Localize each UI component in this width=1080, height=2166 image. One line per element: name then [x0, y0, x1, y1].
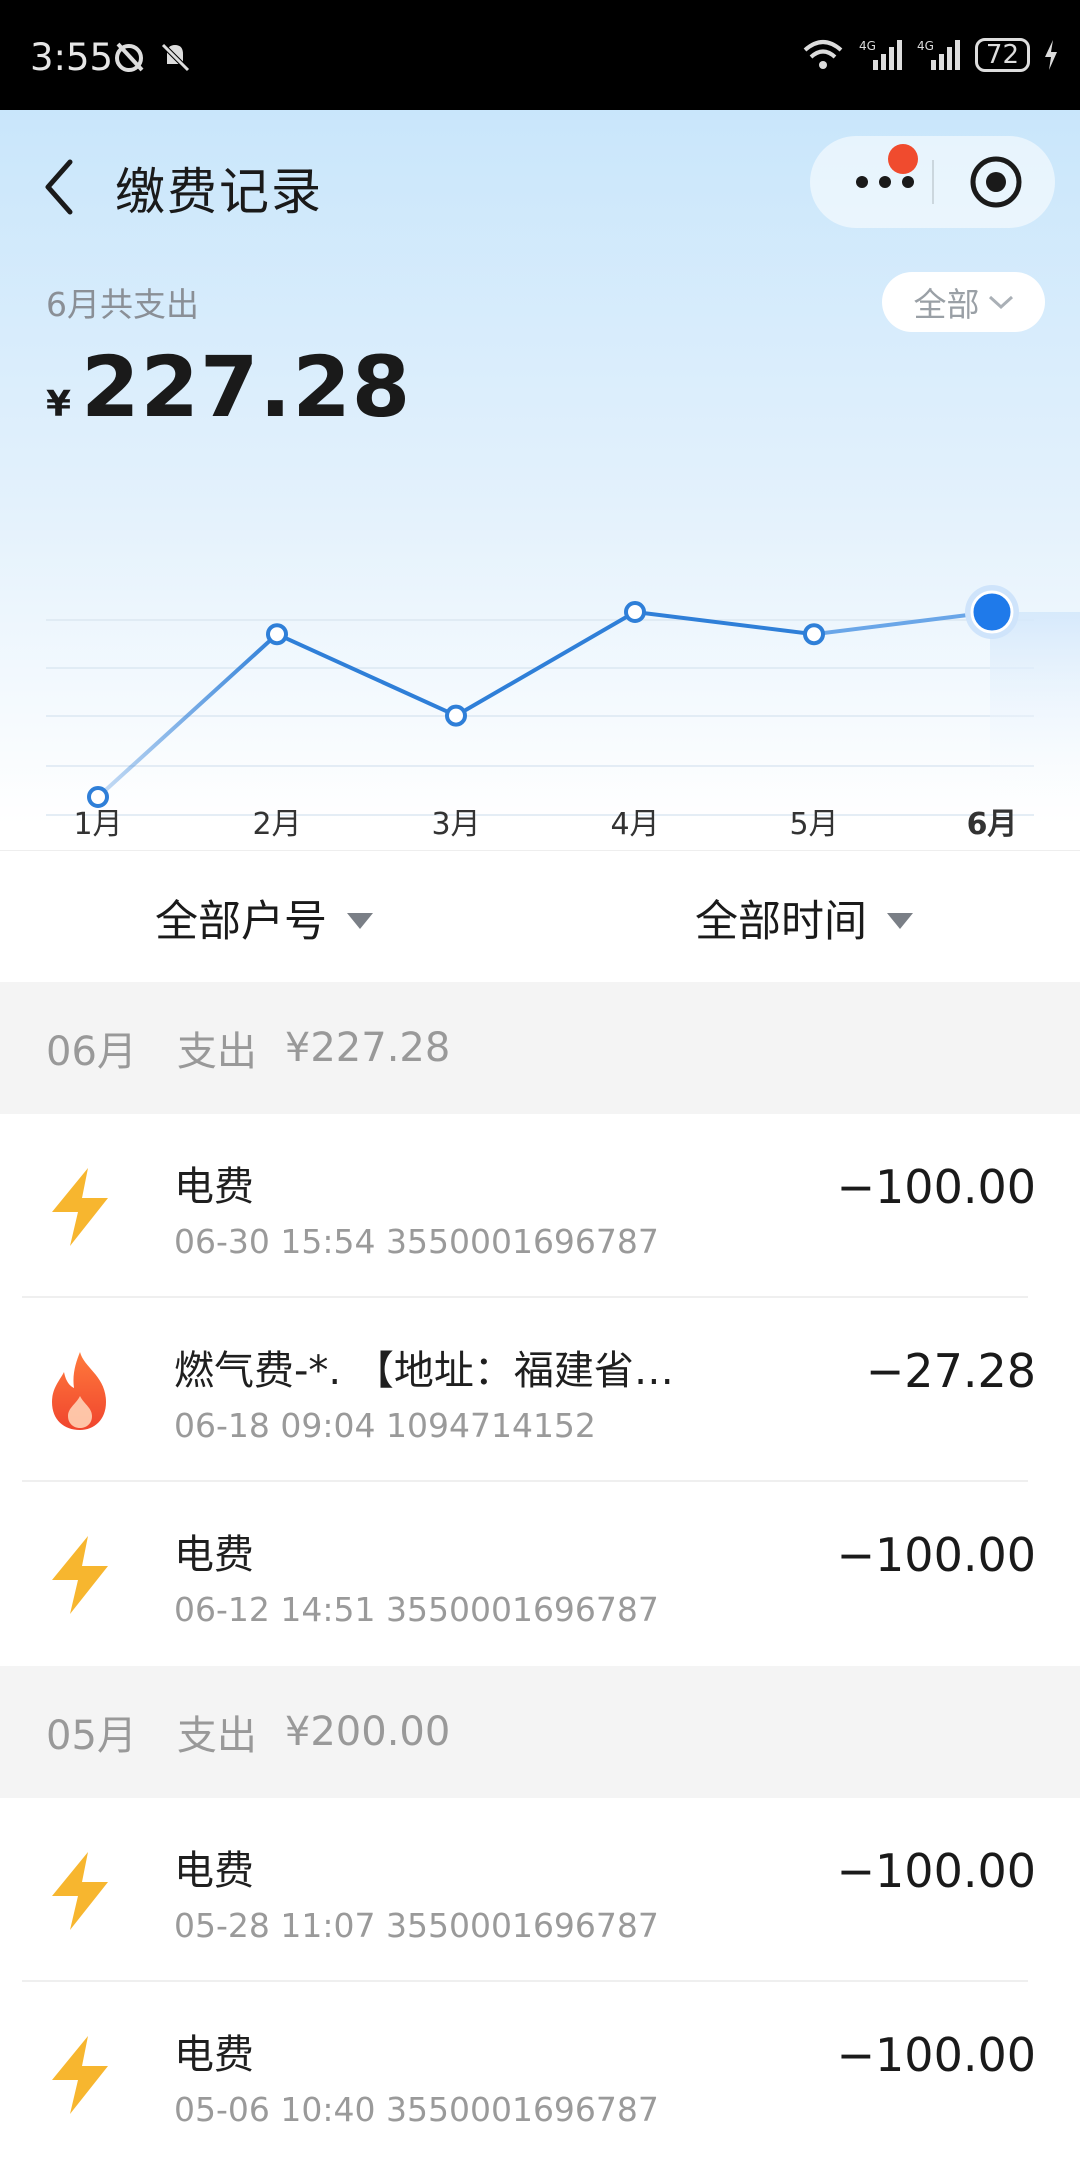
month-total: ¥200.00: [284, 1709, 451, 1755]
item-amount: −100.00: [836, 1528, 1037, 1582]
filter-tabs: 全部户号 全部时间: [0, 850, 1080, 984]
series-line-segment: [633, 610, 816, 637]
category-filter[interactable]: 全部: [882, 272, 1045, 332]
charging-icon: [1045, 40, 1057, 70]
status-time: 3:55: [30, 36, 114, 79]
item-subtitle: 06-18 09:04 1094714152: [174, 1406, 596, 1445]
wifi-icon: [803, 40, 843, 69]
item-amount: −100.00: [836, 2028, 1037, 2082]
lightning-icon: [52, 2036, 108, 2114]
dropdown-triangle-icon: [347, 913, 373, 929]
x-tick-label[interactable]: 2月: [252, 807, 301, 840]
data-point: [803, 623, 825, 646]
month-spend-label: 支出: [176, 1713, 257, 1759]
series-line-segment: [275, 632, 458, 718]
list-item[interactable]: 燃气费-*. 【地址：福建省… 06-18 09:04 1094714152 −…: [0, 1298, 1080, 1482]
x-tick-label[interactable]: 1月: [73, 807, 122, 840]
month-header-05: 05月 支出 ¥200.00: [0, 1666, 1080, 1798]
x-tick-label[interactable]: 5月: [789, 807, 838, 840]
highlight-column: [990, 612, 1080, 815]
data-point: [445, 704, 467, 727]
mute-icon: [161, 43, 190, 72]
close-target-icon[interactable]: [968, 154, 1024, 210]
list-item[interactable]: 电费 06-30 15:54 3550001696787 −100.00: [0, 1114, 1080, 1298]
item-amount: −27.28: [865, 1344, 1036, 1398]
currency-symbol: ¥: [46, 384, 72, 425]
svg-text:4G: 4G: [859, 39, 876, 53]
data-point: [266, 623, 288, 646]
x-tick-label[interactable]: 4月: [610, 807, 659, 840]
item-title: 电费: [174, 1164, 254, 1210]
signal-icon-2: 4G: [917, 39, 960, 70]
month-total: ¥227.28: [284, 1025, 451, 1071]
month-label: 06月: [46, 1029, 137, 1075]
flame-icon: [52, 1352, 106, 1430]
item-subtitle: 05-06 10:40 3550001696787: [174, 2090, 659, 2129]
month-label: 05月: [46, 1713, 137, 1759]
chevron-down-icon: [988, 295, 1013, 310]
notification-dot: [888, 144, 918, 174]
list-item[interactable]: 电费 05-28 11:07 3550001696787 −100.00: [0, 1798, 1080, 1982]
month-spend-label: 支出: [176, 1029, 257, 1075]
item-subtitle: 06-30 15:54 3550001696787: [174, 1222, 659, 1261]
tab-all-time[interactable]: 全部时间: [695, 887, 913, 949]
total-amount-value: 227.28: [81, 338, 412, 436]
data-point: [970, 590, 1014, 634]
signal-icon: 4G: [859, 39, 902, 70]
alarm-off-icon: [115, 42, 144, 72]
more-icon[interactable]: [852, 169, 922, 195]
dropdown-triangle-icon: [887, 913, 913, 929]
list-item[interactable]: 电费 05-06 10:40 3550001696787 −100.00: [0, 1982, 1080, 2166]
series-line-segment: [454, 610, 637, 718]
item-subtitle: 06-12 14:51 3550001696787: [174, 1590, 659, 1629]
lightning-icon: [52, 1168, 108, 1246]
item-title: 电费: [174, 1532, 254, 1578]
item-title: 燃气费-*. 【地址：福建省…: [174, 1348, 674, 1394]
item-amount: −100.00: [836, 1160, 1037, 1214]
tab-all-accounts[interactable]: 全部户号: [155, 887, 373, 949]
lightning-icon: [52, 1852, 108, 1930]
list-item[interactable]: 电费 06-12 14:51 3550001696787 −100.00: [0, 1482, 1080, 1666]
summary-panel: 缴费记录 6月共支出 全部 ¥ 227.28 1月 2月 3月 4月 5月 6月: [0, 110, 1080, 840]
data-point: [624, 601, 646, 623]
battery-indicator: 72: [974, 38, 1030, 72]
status-bar: 3:55 4G 4G 72: [0, 0, 1080, 110]
back-icon[interactable]: [36, 152, 86, 222]
x-tick-label[interactable]: 6月: [967, 807, 1018, 840]
svg-text:4G: 4G: [917, 39, 934, 53]
lightning-icon: [52, 1536, 108, 1614]
monthly-spend-chart: 1月 2月 3月 4月 5月 6月: [46, 585, 1080, 840]
item-amount: −100.00: [836, 1844, 1037, 1898]
mini-program-capsule: [810, 136, 1055, 228]
item-title: 电费: [174, 1848, 254, 1894]
x-tick-label[interactable]: 3月: [431, 807, 480, 840]
category-filter-label: 全部: [913, 285, 980, 324]
tab-all-time-label: 全部时间: [695, 897, 867, 947]
month-header-06: 06月 支出 ¥227.28: [0, 982, 1080, 1114]
spend-label: 6月共支出: [46, 285, 199, 324]
data-point: [87, 786, 109, 808]
page-title: 缴费记录: [115, 163, 323, 221]
total-amount: ¥ 227.28: [46, 338, 411, 436]
item-subtitle: 05-28 11:07 3550001696787: [174, 1906, 659, 1945]
item-title: 电费: [174, 2032, 254, 2078]
tab-all-accounts-label: 全部户号: [155, 897, 327, 947]
